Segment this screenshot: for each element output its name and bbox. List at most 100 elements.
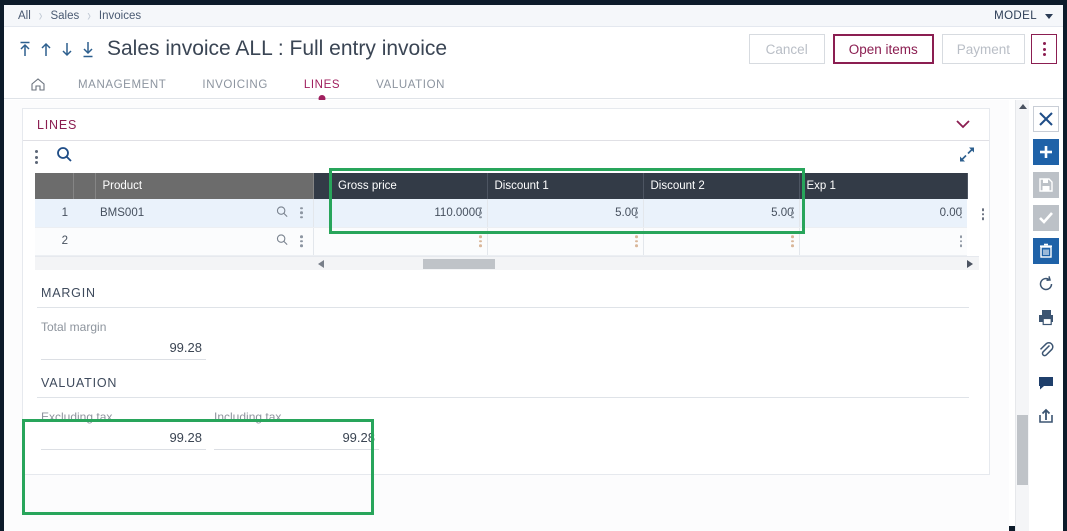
excluding-tax-field[interactable]: Excluding tax 99.28 (37, 398, 210, 450)
lines-panel: LINES (22, 108, 990, 475)
col-exp-1[interactable]: Exp 1 (799, 173, 967, 199)
scroll-left-arrow[interactable] (318, 260, 324, 268)
including-tax-value[interactable]: 99.28 (214, 427, 379, 450)
scroll-up-arrow[interactable] (1019, 104, 1027, 109)
payment-button[interactable]: Payment (942, 34, 1025, 64)
right-action-rail (1029, 100, 1063, 531)
row-menu-cell[interactable] (73, 199, 95, 227)
cell-menu-icon[interactable] (479, 207, 482, 219)
col-discount-1[interactable]: Discount 1 (487, 173, 643, 199)
grid-horizontal-scrollbar[interactable] (35, 256, 979, 270)
tab-management[interactable]: MANAGEMENT (60, 71, 184, 99)
search-icon[interactable] (56, 146, 73, 168)
grid-options-icon[interactable] (35, 150, 38, 164)
including-tax-field[interactable]: Including tax 99.28 (210, 398, 383, 450)
cancel-button[interactable]: Cancel (749, 34, 825, 64)
validate-icon[interactable] (1033, 205, 1059, 231)
excluding-tax-value[interactable]: 99.28 (41, 427, 206, 450)
chevron-down-icon[interactable] (955, 116, 971, 134)
breadcrumb-separator: › (87, 7, 91, 25)
gross-price-cell[interactable] (331, 227, 487, 255)
tab-valuation[interactable]: VALUATION (358, 71, 463, 99)
page-vertical-scrollbar[interactable] (1015, 100, 1029, 531)
first-icon[interactable] (18, 40, 32, 58)
col-gross-price[interactable]: Gross price (331, 173, 487, 199)
col-product[interactable]: Product (95, 173, 313, 199)
grid-header-row: Product Gross price Discount 1 Discount … (35, 173, 967, 199)
cell-menu-icon[interactable] (635, 235, 638, 247)
col-rowmenu[interactable] (73, 173, 95, 199)
row-number: 1 (35, 199, 73, 227)
expand-icon[interactable] (959, 147, 975, 168)
tab-bar: MANAGEMENT INVOICING LINES VALUATION (4, 71, 1063, 99)
cell-menu-icon[interactable] (960, 207, 963, 219)
table-row[interactable]: 2 (35, 227, 967, 255)
more-actions-button[interactable] (1031, 34, 1057, 64)
breadcrumb-separator: › (39, 7, 43, 25)
comment-icon[interactable] (1033, 370, 1059, 396)
home-icon (30, 77, 46, 92)
discount-2-cell[interactable]: 5.00 (643, 199, 799, 227)
margin-section: MARGIN Total margin 99.28 (23, 270, 989, 360)
chevron-down-icon (1045, 14, 1053, 19)
gross-price-value: 110.0000 (434, 207, 481, 219)
lines-grid-wrapper: Product Gross price Discount 1 Discount … (23, 173, 989, 256)
cell-menu-icon[interactable] (791, 235, 794, 247)
breadcrumb-item-sales[interactable]: Sales (50, 10, 79, 22)
discount-2-cell[interactable] (643, 227, 799, 255)
save-icon[interactable] (1033, 172, 1059, 198)
cell-menu-icon[interactable] (635, 207, 638, 219)
col-rownum[interactable] (35, 173, 73, 199)
product-cell[interactable]: BMS001 (95, 199, 313, 227)
tab-home[interactable] (30, 71, 60, 99)
model-selector[interactable]: MODEL (994, 5, 1053, 27)
open-items-button[interactable]: Open items (833, 34, 934, 64)
cell-menu-icon[interactable] (960, 235, 963, 247)
record-navigation (18, 40, 95, 58)
lookup-icon[interactable] (276, 234, 288, 249)
scrollbar-thumb[interactable] (1017, 415, 1028, 485)
scrollbar-thumb[interactable] (423, 259, 495, 269)
discount-1-cell[interactable]: 5.00 (487, 199, 643, 227)
lines-grid: Product Gross price Discount 1 Discount … (35, 173, 968, 256)
exp-1-cell[interactable]: 0.00 (799, 199, 967, 227)
row-menu-cell[interactable] (73, 227, 95, 255)
grid-gap-cell (313, 227, 331, 255)
cell-menu-icon[interactable] (300, 235, 303, 247)
row-menu-icon[interactable] (982, 209, 985, 221)
discount-1-cell[interactable] (487, 227, 643, 255)
breadcrumb-item-all[interactable]: All (18, 10, 31, 22)
lookup-icon[interactable] (276, 205, 288, 220)
export-icon[interactable] (1033, 403, 1059, 429)
lines-panel-title: LINES (37, 118, 77, 132)
print-icon[interactable] (1033, 304, 1059, 330)
product-cell[interactable] (95, 227, 313, 255)
attachment-icon[interactable] (1033, 337, 1059, 363)
exp-1-cell[interactable] (799, 227, 967, 255)
total-margin-value[interactable]: 99.28 (41, 337, 206, 360)
breadcrumb-item-invoices[interactable]: Invoices (99, 10, 141, 22)
grid-gap-cell (313, 199, 331, 227)
cell-menu-icon[interactable] (300, 207, 303, 219)
new-icon[interactable] (1033, 139, 1059, 165)
cell-menu-icon[interactable] (479, 235, 482, 247)
last-icon[interactable] (81, 40, 95, 58)
delete-icon[interactable] (1033, 238, 1059, 264)
refresh-icon[interactable] (1033, 271, 1059, 297)
header-actions: Cancel Open items Payment (749, 34, 1025, 64)
close-icon[interactable] (1033, 106, 1059, 132)
tab-invoicing[interactable]: INVOICING (184, 71, 285, 99)
cell-menu-icon[interactable] (791, 207, 794, 219)
col-discount-2[interactable]: Discount 2 (643, 173, 799, 199)
tab-lines[interactable]: LINES (286, 71, 358, 99)
content-area: LINES (4, 100, 1009, 531)
page-title: Sales invoice ALL : Full entry invoice (107, 37, 447, 61)
previous-icon[interactable] (39, 40, 53, 58)
scroll-right-arrow[interactable] (967, 260, 973, 268)
valuation-section-title: VALUATION (37, 360, 969, 398)
next-icon[interactable] (60, 40, 74, 58)
col-gap (313, 173, 331, 199)
gross-price-cell[interactable]: 110.0000 (331, 199, 487, 227)
table-row[interactable]: 1 BMS001 (35, 199, 967, 227)
total-margin-field[interactable]: Total margin 99.28 (37, 308, 210, 360)
